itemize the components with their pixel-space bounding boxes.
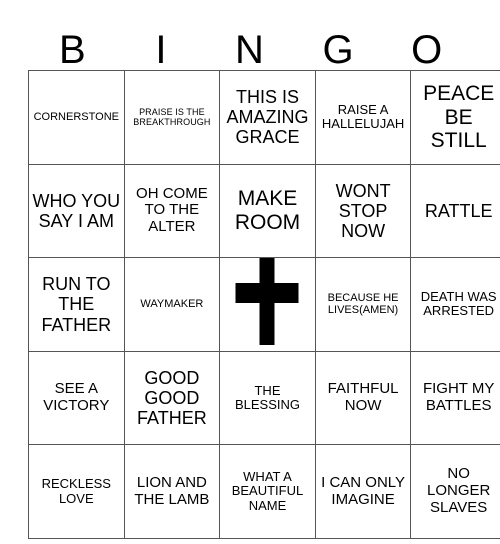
bingo-cell-label: DEATH WAS ARRESTED [420,288,497,319]
bingo-cell[interactable]: WONT STOP NOW [314,163,412,259]
bingo-cell-label: PEACE BE STILL [423,82,495,153]
bingo-cell-label: CORNERSTONE [33,111,119,124]
bingo-cell[interactable]: FIGHT MY BATTLES [410,350,500,446]
bingo-cell[interactable]: CORNERSTONE [28,70,125,165]
bingo-card: B I N G O CORNERSTONE PRAISE IS THE BREA… [0,0,500,544]
bingo-row: CORNERSTONE PRAISE IS THE BREAKTHROUGH T… [28,70,500,165]
bingo-cell[interactable]: THIS IS AMAZING GRACE [219,70,316,165]
bingo-cell[interactable]: LION AND THE LAMB [123,444,221,539]
bingo-cell-label: SEE A VICTORY [43,380,110,415]
bingo-cell-label: RUN TO THE FATHER [41,274,112,335]
bingo-header: B I N G O [28,16,471,70]
bingo-cell-label: FIGHT MY BATTLES [422,380,495,415]
bingo-cell-label: RECKLESS LOVE [41,476,111,506]
bingo-cell-label: FAITHFUL NOW [327,380,399,415]
header-letter-b: B [58,28,86,72]
bingo-cell-label: RAISE A HALLELUJAH [321,101,405,132]
header-letter-o: O [411,28,443,72]
bingo-cell-label: NO LONGER SLAVES [426,465,491,517]
bingo-row: RUN TO THE FATHER WAYMAKER BECAUSE HE LI… [28,257,500,352]
bingo-cell[interactable]: DEATH WAS ARRESTED [410,257,500,352]
bingo-cell[interactable]: GOOD GOOD FATHER [123,350,221,446]
bingo-cell[interactable]: WHO YOU SAY I AM [28,163,125,259]
bingo-grid: CORNERSTONE PRAISE IS THE BREAKTHROUGH T… [28,70,500,539]
bingo-cell-label: MAKE ROOM [234,187,301,234]
bingo-row: RECKLESS LOVE LION AND THE LAMB WHAT A B… [28,444,500,539]
bingo-cell[interactable]: SEE A VICTORY [28,350,125,446]
bingo-cell-label: WONT STOP NOW [335,180,391,241]
bingo-cell[interactable]: MAKE ROOM [219,163,316,259]
bingo-cell[interactable]: WHAT A BEAUTIFUL NAME [219,444,316,539]
bingo-cell[interactable]: RECKLESS LOVE [28,444,125,539]
bingo-cell[interactable]: RAISE A HALLELUJAH [314,70,412,165]
bingo-cell-label: THE BLESSING [234,382,300,413]
bingo-cell-label: OH COME TO THE ALTER [136,184,208,236]
bingo-cell[interactable]: RATTLE [410,163,500,259]
header-letter-i: I [155,28,167,72]
header-letter-g: G [322,28,354,72]
bingo-cell-label: WHAT A BEAUTIFUL NAME [231,468,304,513]
bingo-cell-label: WHO YOU SAY I AM [32,190,121,231]
bingo-cell-label: RATTLE [424,200,493,221]
bingo-cell-label: WAYMAKER [140,298,204,311]
bingo-cell-label: I CAN ONLY IMAGINE [321,473,406,508]
bingo-cell[interactable]: PEACE BE STILL [410,70,500,165]
bingo-cell[interactable]: BECAUSE HE LIVES(AMEN) [314,257,412,352]
bingo-cell-label: PRAISE IS THE BREAKTHROUGH [133,107,211,128]
bingo-cell[interactable]: RUN TO THE FATHER [28,257,125,352]
bingo-cell[interactable]: THE BLESSING [219,350,316,446]
bingo-cell-label: GOOD GOOD FATHER [137,367,207,429]
bingo-cell[interactable]: NO LONGER SLAVES [410,444,500,539]
bingo-row: SEE A VICTORY GOOD GOOD FATHER THE BLESS… [28,350,500,446]
bingo-free-space[interactable] [219,257,316,352]
bingo-cell[interactable]: OH COME TO THE ALTER [123,163,221,259]
bingo-cell[interactable]: WAYMAKER [123,257,221,352]
bingo-row: WHO YOU SAY I AM OH COME TO THE ALTER MA… [28,163,500,259]
header-letter-n: N [235,28,264,72]
cross-icon [221,258,315,351]
bingo-cell[interactable]: FAITHFUL NOW [314,350,412,446]
bingo-cell-label: BECAUSE HE LIVES(AMEN) [327,292,399,317]
bingo-cell[interactable]: I CAN ONLY IMAGINE [314,444,412,539]
bingo-cell-label: THIS IS AMAZING GRACE [226,87,309,148]
bingo-cell[interactable]: PRAISE IS THE BREAKTHROUGH [123,70,221,165]
bingo-cell-label: LION AND THE LAMB [134,473,210,508]
